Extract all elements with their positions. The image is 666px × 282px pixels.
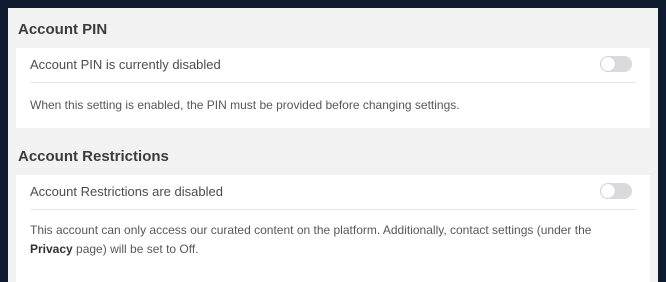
account-restrictions-card: Account Restrictions are disabled This a…	[16, 175, 650, 282]
account-pin-title: Account PIN	[18, 21, 108, 38]
account-restrictions-toggle[interactable]	[600, 183, 632, 199]
account-restrictions-toggle-label: Account Restrictions are disabled	[30, 184, 223, 199]
toggle-knob	[601, 184, 615, 198]
description-text-end: page) will be set to Off.	[72, 242, 199, 256]
toggle-knob	[601, 57, 615, 71]
settings-panel: Account PIN Account PIN is currently dis…	[8, 8, 658, 282]
account-restrictions-title: Account Restrictions	[18, 148, 169, 165]
privacy-page-link[interactable]: Privacy	[30, 242, 73, 256]
account-restrictions-description: This account can only access our curated…	[30, 221, 636, 259]
account-pin-row: Account PIN is currently disabled	[30, 48, 636, 83]
account-pin-description: When this setting is enabled, the PIN mu…	[30, 98, 460, 112]
account-pin-toggle-label: Account PIN is currently disabled	[30, 57, 221, 72]
account-pin-card: Account PIN is currently disabled When t…	[16, 48, 650, 128]
account-restrictions-row: Account Restrictions are disabled	[30, 175, 636, 210]
account-pin-toggle[interactable]	[600, 56, 632, 72]
description-text: This account can only access our curated…	[30, 223, 592, 237]
